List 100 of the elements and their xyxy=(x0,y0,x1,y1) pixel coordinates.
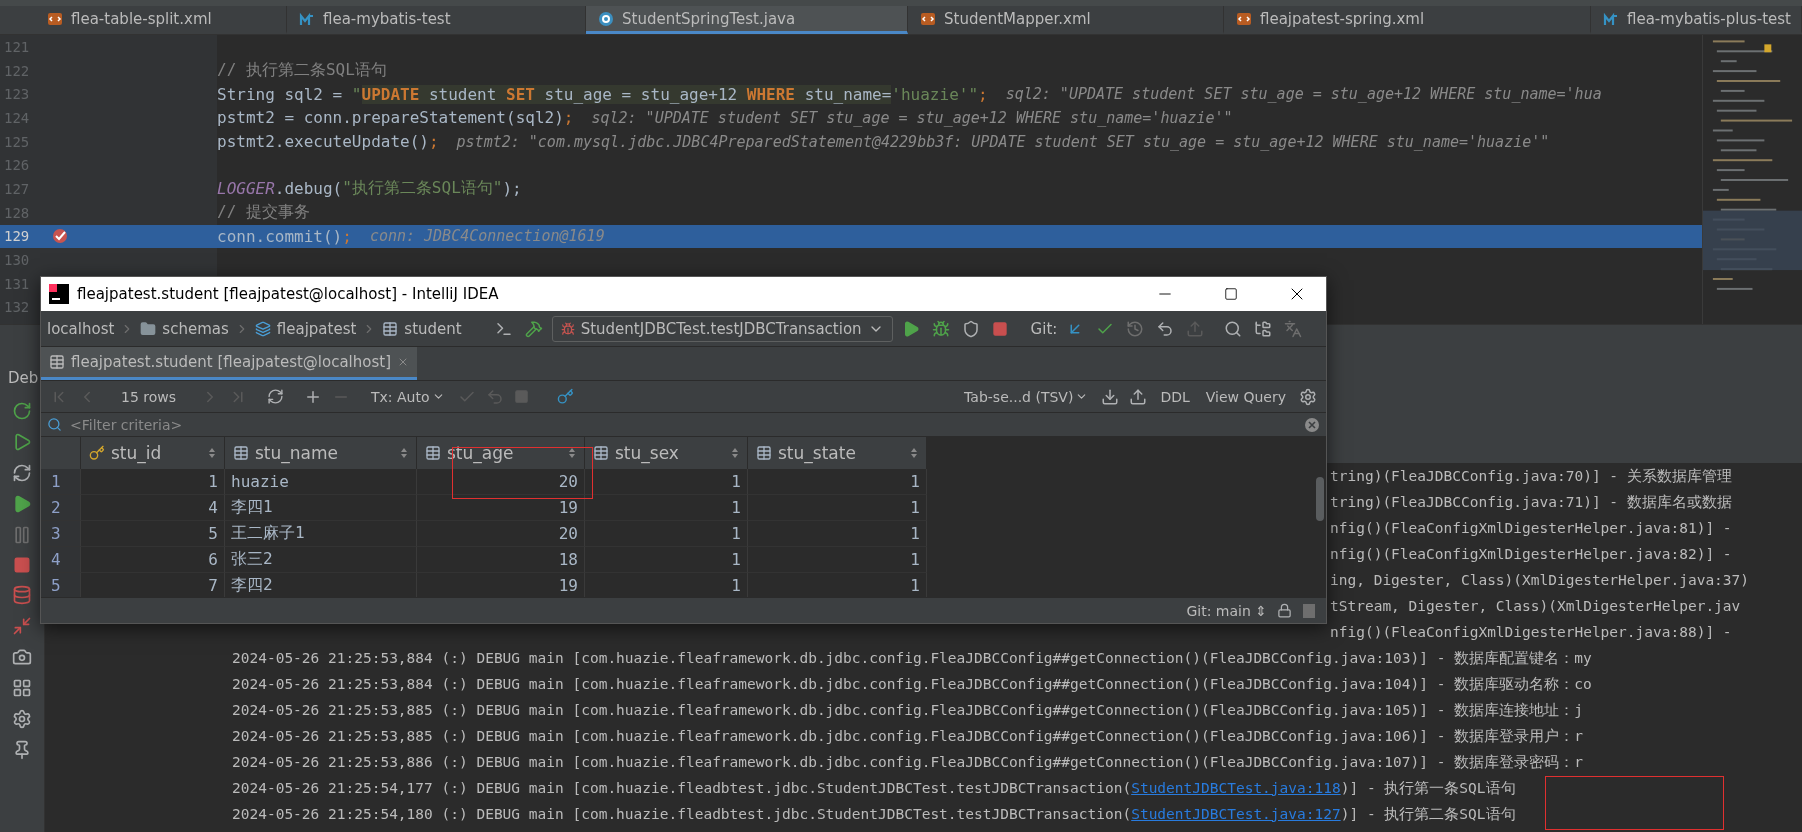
xml-file-icon xyxy=(47,10,63,27)
log-line: 2024-05-26 21:25:53,884 (:) DEBUG main [com.huazie.fleaframework.db.jdbc.config.FleaJDBCConfig##getConnection()(FleaJDBCConfig.java:103)] - 数据库配置键名：my xyxy=(232,648,1592,668)
row-number: 4 xyxy=(41,547,81,573)
table-icon xyxy=(49,354,65,370)
breakpoint-icon[interactable] xyxy=(51,227,69,246)
code-line: LOGGER.debug("执行第二条SQL语句"); xyxy=(217,178,522,200)
breadcrumb-item[interactable]: student xyxy=(404,319,462,338)
table-cell: 1 xyxy=(585,547,748,573)
export-format-dropdown[interactable]: Tab-se...d (TSV) xyxy=(958,388,1095,405)
settings-icon[interactable] xyxy=(12,709,32,729)
code-line: // 执行第二条SQL语句 xyxy=(217,60,387,82)
lock-icon[interactable] xyxy=(1277,603,1292,618)
layout-icon[interactable] xyxy=(12,678,32,698)
breadcrumb-item[interactable]: fleajpatest xyxy=(276,319,357,338)
table-cell: 19 xyxy=(417,495,585,521)
row-number: 5 xyxy=(41,573,81,597)
log-line: 2024-05-26 21:25:53,885 (:) DEBUG main [com.huazie.fleaframework.db.jdbc.config.FleaJDBCConfig##getConnection()(FleaJDBCConfig.java:105)] - 数据库连接地址：j xyxy=(232,700,1583,720)
run-configuration-dropdown[interactable]: StudentJDBCTest.testJDBCTransaction xyxy=(551,315,893,342)
breadcrumb-item[interactable]: localhost xyxy=(47,319,115,338)
scrollbar-thumb[interactable] xyxy=(1316,477,1324,521)
transaction-mode-dropdown[interactable]: Tx: Auto xyxy=(365,388,451,405)
breadcrumb-item[interactable]: schemas xyxy=(162,319,229,338)
table-cell: 1 xyxy=(748,495,927,521)
table-cell: 李四1 xyxy=(225,495,417,521)
column-icon xyxy=(233,445,249,461)
log-line: 2024-05-26 21:25:53,885 (:) DEBUG main [com.huazie.fleaframework.db.jdbc.config.FleaJDBCConfig##getConnection()(FleaJDBCConfig.java:106)] - 数据库登录用户：r xyxy=(232,726,1583,746)
source-link[interactable]: StudentJDBCTest.java:118 xyxy=(1131,779,1341,796)
filter-field[interactable]: <Filter criteria> xyxy=(68,415,1298,434)
log-line: nfig()(FleaConfigXmlDigesterHelper.java:88)] - xyxy=(1330,624,1732,640)
row-count: 15 rows xyxy=(121,388,177,405)
camera-icon[interactable] xyxy=(12,647,32,667)
pin-icon[interactable] xyxy=(12,740,32,760)
git-branch-status[interactable]: Git: main ⇕ xyxy=(1186,602,1267,619)
stop-icon[interactable] xyxy=(13,556,31,574)
table-cell: 6 xyxy=(81,547,225,573)
refresh-icon[interactable] xyxy=(12,463,32,483)
log-line: tring)(FleaJDBCConfig.java:71)] - 数据库名或数据 xyxy=(1330,492,1732,512)
code-line: pstmt2.executeUpdate(); pstmt2: "com.mysql.jdbc.JDBC4PreparedStatement@4229bb3f: UPDATE student SET stu_age = stu_age+12 WHERE stu_name='huazie'" xyxy=(217,132,1550,152)
table-cell: 1 xyxy=(585,469,748,495)
editor-tab[interactable]: flea-table-split.xml xyxy=(35,6,287,34)
editor-tab[interactable]: StudentMapper.xml xyxy=(908,6,1224,34)
table-cell: 1 xyxy=(748,521,927,547)
rerun-icon[interactable] xyxy=(12,401,32,421)
maximize-icon[interactable] xyxy=(1224,287,1238,301)
log-line: 2024-05-26 21:25:54,177 (:) DEBUG main [com.huazie.fleadbtest.jdbc.StudentJDBCTest.testJDBCTransaction(StudentJDBCTest.java:118)] - 执行第一条SQL语句 xyxy=(232,778,1516,798)
code-line: pstmt2 = conn.prepareStatement(sql2); sql2: "UPDATE student SET stu_age = stu_age+12 WHERE stu_name='huazie'" xyxy=(217,108,1233,128)
clear-icon[interactable] xyxy=(1304,416,1320,433)
editor-tab[interactable]: StudentSpringTest.java xyxy=(586,6,908,34)
editor-tab[interactable]: fleajpatest.student [fleajpatest@localhost] xyxy=(41,347,418,380)
table-cell: 20 xyxy=(417,469,585,495)
table-cell: 4 xyxy=(81,495,225,521)
log-line: tring)(FleaJDBCConfig.java:70)] - 关系数据库管理 xyxy=(1330,466,1732,486)
editor-tab[interactable]: fleajpatest-spring.xml xyxy=(1224,6,1591,34)
java-class-icon xyxy=(598,10,614,27)
log-line: tStream, Digester, Class)(XmlDigesterHelper.jav xyxy=(1330,598,1741,614)
log-line: ing, Digester, Class)(XmlDigesterHelper.java:37) xyxy=(1330,572,1750,588)
xml-file-icon xyxy=(920,10,936,27)
pause-icon[interactable] xyxy=(12,525,32,545)
primary-key-icon xyxy=(89,445,105,461)
table-cell: 18 xyxy=(417,547,585,573)
ddl-button[interactable]: DDL xyxy=(1154,388,1196,405)
table-cell: 5 xyxy=(81,521,225,547)
table-cell: 张三2 xyxy=(225,547,417,573)
table-cell: 1 xyxy=(81,469,225,495)
play-icon[interactable] xyxy=(12,494,32,514)
view-query-button[interactable]: View Query xyxy=(1199,388,1292,405)
folder-icon xyxy=(140,320,157,337)
row-number: 1 xyxy=(41,469,81,495)
code-line: // 提交事务 xyxy=(217,202,310,224)
filter-icon xyxy=(47,417,62,432)
editor-tab[interactable]: flea-mybatis-plus-test xyxy=(1591,6,1802,34)
source-link[interactable]: StudentJDBCTest.java:127 xyxy=(1131,805,1341,822)
app-logo-icon xyxy=(49,284,69,304)
log-line: nfig()(FleaConfigXmlDigesterHelper.java:81)] - xyxy=(1330,520,1732,536)
column-icon xyxy=(425,445,441,461)
sort-icon[interactable] xyxy=(208,447,216,459)
column-icon xyxy=(593,445,609,461)
table-cell: 1 xyxy=(748,469,927,495)
git-label: Git: xyxy=(1030,319,1058,338)
sort-icon[interactable] xyxy=(731,447,739,459)
log-line: 2024-05-26 21:25:53,886 (:) DEBUG main [com.huazie.fleaframework.db.jdbc.config.FleaJDBCConfig##getConnection()(FleaJDBCConfig.java:107)] - 数据库登录密码：r xyxy=(232,752,1583,772)
table-cell: 20 xyxy=(417,521,585,547)
resume-icon[interactable] xyxy=(12,432,32,452)
table-cell: huazie xyxy=(225,469,417,495)
column-icon xyxy=(756,445,772,461)
window-title: fleajpatest.student [fleajpatest@localhost] - IntelliJ IDEA xyxy=(77,285,500,303)
line-number: 129 xyxy=(3,228,31,245)
sort-icon[interactable] xyxy=(910,447,918,459)
bug-icon xyxy=(560,321,575,336)
table-cell: 1 xyxy=(748,547,927,573)
code-line: conn.commit(); conn: JDBC4Connection@1619 xyxy=(217,226,605,246)
sort-icon[interactable] xyxy=(400,447,408,459)
table-cell: 1 xyxy=(585,521,748,547)
log-line: 2024-05-26 21:25:54,180 (:) DEBUG main [com.huazie.fleadbtest.jdbc.StudentJDBCTest.testJDBCTransaction(StudentJDBCTest.java:127)] - 执行第二条SQL语句 xyxy=(232,804,1516,824)
debug-tab[interactable]: Deb xyxy=(8,369,39,387)
table-cell: 王二麻子1 xyxy=(225,521,417,547)
xml-file-icon xyxy=(1236,10,1252,27)
log-line: 2024-05-26 21:25:53,884 (:) DEBUG main [com.huazie.fleaframework.db.jdbc.config.FleaJDBCConfig##getConnection()(FleaJDBCConfig.java:104)] - 数据库驱动名称：co xyxy=(232,674,1592,694)
sort-icon[interactable] xyxy=(568,447,576,459)
log-line: nfig()(FleaConfigXmlDigesterHelper.java:82)] - xyxy=(1330,546,1732,562)
